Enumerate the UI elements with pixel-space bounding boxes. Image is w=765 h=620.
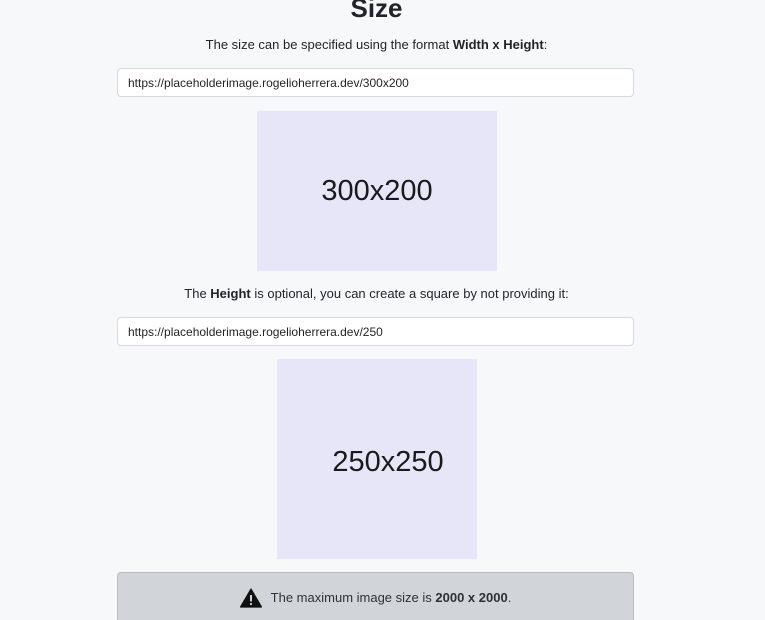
size-format-emphasis: Width x Height <box>452 37 544 52</box>
example-image-300x200: 300x200 <box>257 111 497 271</box>
max-size-alert: The maximum image size is 2000 x 2000. <box>117 572 634 620</box>
alert-message: The maximum image size is 2000 x 2000. <box>271 589 512 607</box>
warning-triangle-icon <box>239 588 262 608</box>
square-emphasis: Height <box>210 286 251 301</box>
section-title: Size <box>350 0 403 23</box>
square-description: The Height is optional, you can create a… <box>0 285 753 303</box>
square-url-field[interactable] <box>117 317 634 346</box>
example-image-label: 250x250 <box>332 445 444 478</box>
size-format-text-before: The size can be specified using the form… <box>205 37 453 52</box>
size-section: Size The size can be specified using the… <box>0 0 765 620</box>
square-text-before: The <box>184 286 211 301</box>
size-format-url-field[interactable] <box>117 68 634 97</box>
alert-text-after: . <box>507 590 512 605</box>
square-text-after: is optional, you can create a square by … <box>250 286 569 301</box>
size-format-description: The size can be specified using the form… <box>0 36 753 54</box>
alert-emphasis: 2000 x 2000 <box>435 590 508 605</box>
size-format-text-after: : <box>543 37 548 52</box>
alert-text-before: The maximum image size is <box>270 590 436 605</box>
example-image-label: 300x200 <box>321 174 433 207</box>
example-image-250x250: 250x250 <box>277 359 477 559</box>
